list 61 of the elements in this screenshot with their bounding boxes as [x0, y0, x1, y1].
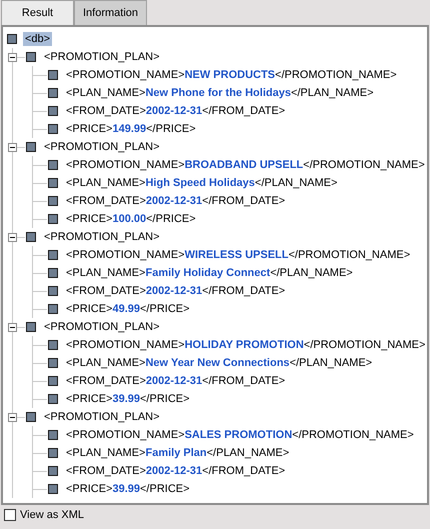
node-icon	[26, 232, 36, 242]
node-icon	[48, 214, 58, 224]
node-icon	[48, 250, 58, 260]
node-icon	[48, 484, 58, 494]
tree-item[interactable]: <PROMOTION_PLAN>	[42, 320, 162, 334]
node-icon	[7, 34, 17, 44]
tree-item[interactable]: <FROM_DATE>2002-12-31</FROM_DATE>	[64, 284, 288, 298]
tree-item[interactable]: <PRICE>49.99</PRICE>	[64, 302, 192, 316]
node-icon	[26, 52, 36, 62]
node-icon	[48, 340, 58, 350]
tree-item[interactable]: <PRICE>39.99</PRICE>	[64, 482, 192, 496]
node-icon	[48, 178, 58, 188]
tree-item[interactable]: <PLAN_NAME>Family Plan</PLAN_NAME>	[64, 446, 292, 460]
tree-item[interactable]: <db>	[23, 32, 52, 46]
node-icon	[26, 142, 36, 152]
node-icon	[48, 376, 58, 386]
node-icon	[48, 358, 58, 368]
checkbox-label: View as XML	[20, 509, 84, 521]
tree-item[interactable]: <PRICE>39.99</PRICE>	[64, 392, 192, 406]
tree-item[interactable]: <PROMOTION_NAME>NEW PRODUCTS</PROMOTION_NAME>	[64, 68, 399, 82]
tree-item[interactable]: <PROMOTION_PLAN>	[42, 410, 162, 424]
tree-item[interactable]: <FROM_DATE>2002-12-31</FROM_DATE>	[64, 374, 288, 388]
tab[interactable]: Information	[74, 0, 147, 25]
checkbox[interactable]	[4, 509, 16, 521]
tree-item[interactable]: <PROMOTION_PLAN>	[42, 140, 162, 154]
tree-item[interactable]: <PROMOTION_NAME>HOLIDAY PROMOTION</PROMOTION_NAME>	[64, 338, 427, 352]
node-icon	[48, 466, 58, 476]
node-icon	[48, 448, 58, 458]
tree-item[interactable]: <PLAN_NAME>Family Holiday Connect</PLAN_NAME>	[64, 266, 355, 280]
collapse-icon[interactable]	[8, 322, 17, 332]
tree-item[interactable]: <PLAN_NAME>High Speed Holidays</PLAN_NAME>	[64, 176, 340, 190]
node-icon	[48, 88, 58, 98]
tree-item[interactable]: <PROMOTION_PLAN>	[42, 230, 162, 244]
tree-item[interactable]: <PRICE>100.00</PRICE>	[64, 212, 198, 226]
node-icon	[48, 286, 58, 296]
tree-item[interactable]: <FROM_DATE>2002-12-31</FROM_DATE>	[64, 194, 288, 208]
tree-item[interactable]: <PROMOTION_PLAN>	[42, 50, 162, 64]
tree-item[interactable]: <PROMOTION_NAME>SALES PROMOTION</PROMOTION_NAME>	[64, 428, 416, 442]
collapse-icon[interactable]	[8, 412, 17, 422]
tree-item[interactable]: <FROM_DATE>2002-12-31</FROM_DATE>	[64, 104, 288, 118]
node-icon	[48, 394, 58, 404]
node-icon	[48, 304, 58, 314]
node-icon	[48, 268, 58, 278]
node-icon	[48, 160, 58, 170]
tree-item[interactable]: <PROMOTION_NAME>WIRELESS UPSELL</PROMOTION_NAME>	[64, 248, 412, 262]
collapse-icon[interactable]	[8, 232, 17, 242]
node-icon	[48, 196, 58, 206]
node-icon	[48, 430, 58, 440]
collapse-icon[interactable]	[8, 52, 17, 62]
tree-item[interactable]: <PRICE>149.99</PRICE>	[64, 122, 198, 136]
node-icon	[48, 106, 58, 116]
tree-item[interactable]: <FROM_DATE>2002-12-31</FROM_DATE>	[64, 464, 288, 478]
tab[interactable]: Result	[1, 0, 74, 25]
node-icon	[26, 412, 36, 422]
collapse-icon[interactable]	[8, 142, 17, 152]
tree-item[interactable]: <PROMOTION_NAME>BROADBAND UPSELL</PROMOTION_NAME>	[64, 158, 427, 172]
tree-item[interactable]: <PLAN_NAME>New Phone for the Holidays</PLAN_NAME>	[64, 86, 376, 100]
node-icon	[48, 70, 58, 80]
node-icon	[26, 322, 36, 332]
node-icon	[48, 124, 58, 134]
tree-item[interactable]: <PLAN_NAME>New Year New Connections</PLAN_NAME>	[64, 356, 374, 370]
